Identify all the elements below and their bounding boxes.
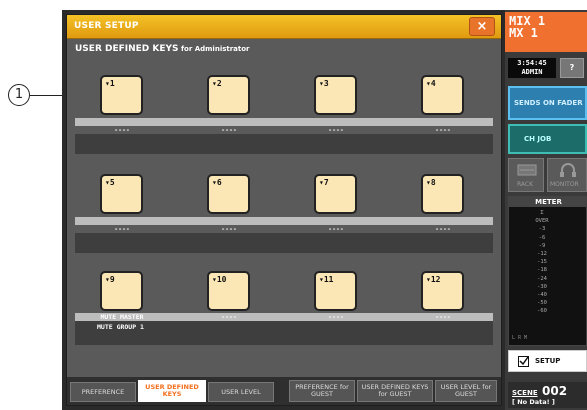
assignment-label: MUTE MASTER: [100, 313, 144, 321]
rack-icon: [517, 164, 537, 176]
tab-preference[interactable]: PREFERENCE: [70, 382, 136, 402]
user-key-6[interactable]: ▾6: [207, 174, 250, 214]
clock-and-user: 3:54:45 ADMIN: [508, 58, 556, 78]
user-key-4[interactable]: ▾4: [421, 75, 464, 115]
user-key-10[interactable]: ▾10: [207, 271, 250, 311]
setup-label: SETUP: [535, 357, 561, 365]
tab-preference-guest[interactable]: PREFERENCE for GUEST: [289, 380, 355, 402]
meter-scale-mark: -40: [537, 292, 547, 299]
assignment-label: ----: [221, 313, 237, 321]
user-setup-dialog: USER SETUP × USER DEFINED KEYS for Admin…: [66, 14, 502, 406]
assignment-label: ----: [221, 126, 237, 134]
scene-name: [ No Data! ]: [512, 398, 555, 406]
key-number: ▾7: [319, 178, 329, 187]
headphones-icon: [560, 163, 576, 177]
user-key-1[interactable]: ▾1: [100, 75, 143, 115]
callout-number: 1: [8, 84, 30, 106]
key-number: ▾1: [105, 79, 115, 88]
assignment-label: ----: [221, 225, 237, 233]
meter-scale-mark: -60: [537, 308, 547, 315]
user-key-2[interactable]: ▾2: [207, 75, 250, 115]
scene-display[interactable]: SCENE 002 [ No Data! ]: [508, 382, 587, 408]
assignment-label: ----: [435, 126, 451, 134]
tab-user-level[interactable]: USER LEVEL: [208, 382, 274, 402]
assignment-label: ----: [435, 313, 451, 321]
sends-on-fader-button[interactable]: SENDS ON FADER: [508, 86, 587, 120]
key-number: ▾5: [105, 178, 115, 187]
assignment-label: ----: [328, 313, 344, 321]
dialog-title: USER SETUP: [74, 21, 139, 31]
selected-channel-display[interactable]: MIX 1 MX 1: [505, 12, 587, 52]
assignment-panel: [75, 134, 493, 154]
meter-scale-mark: -30: [537, 283, 547, 290]
meter-scale: Σ OVER -3 -6 -9 -12 -15 -18 -24 -30 -40 …: [533, 209, 551, 316]
setup-tab-bar: PREFERENCE USER DEFINED KEYS USER LEVEL …: [67, 377, 501, 405]
key-number: ▾12: [426, 275, 441, 284]
meter-scale-mark: -50: [537, 300, 547, 307]
current-user: ADMIN: [521, 68, 543, 76]
user-key-5[interactable]: ▾5: [100, 174, 143, 214]
assignment-detail: MUTE GROUP 1: [97, 323, 144, 331]
assignment-label: ----: [114, 225, 130, 233]
tab-user-defined-keys[interactable]: USER DEFINED KEYS: [138, 380, 206, 402]
assignment-label: ----: [114, 126, 130, 134]
meter-scale-mark: -6: [538, 234, 546, 241]
assignment-label: ----: [328, 126, 344, 134]
heading-user: for Administrator: [178, 45, 250, 53]
clock: 3:54:45: [517, 59, 547, 67]
selected-channel-name: MIX 1 MX 1: [509, 14, 546, 40]
monitor-button[interactable]: MONITOR: [547, 158, 587, 192]
meter-scale-mark: -18: [537, 267, 547, 274]
assignment-panel: MUTE GROUP 1: [75, 321, 493, 345]
meter-scale-mark: -3: [538, 226, 546, 233]
assignment-strip: [75, 118, 493, 126]
heading-title: USER DEFINED KEYS: [75, 44, 179, 54]
key-number: ▾9: [105, 275, 115, 284]
page-heading: USER DEFINED KEYS for Administrator: [75, 44, 250, 54]
key-number: ▾3: [319, 79, 329, 88]
meter-title: METER: [509, 197, 587, 207]
tab-user-defined-keys-guest[interactable]: USER DEFINED KEYS for GUEST: [357, 380, 433, 402]
meter-panel[interactable]: METER Σ OVER -3 -6 -9 -12 -15 -18 -24 -3…: [508, 196, 587, 346]
dialog-title-bar: USER SETUP ×: [67, 15, 501, 39]
user-key-12[interactable]: ▾12: [421, 271, 464, 311]
key-number: ▾2: [212, 79, 222, 88]
meter-scale-mark: -15: [537, 259, 547, 266]
meter-scale-mark: Σ: [540, 210, 544, 216]
scene-number: 002: [542, 384, 568, 398]
user-key-11[interactable]: ▾11: [314, 271, 357, 311]
key-number: ▾6: [212, 178, 222, 187]
user-key-9[interactable]: ▾9: [100, 271, 143, 311]
rack-button[interactable]: RACK: [508, 158, 544, 192]
key-number: ▾4: [426, 79, 436, 88]
key-number: ▾8: [426, 178, 436, 187]
key-number: ▾11: [319, 275, 334, 284]
user-key-8[interactable]: ▾8: [421, 174, 464, 214]
meter-scale-mark: -12: [537, 251, 547, 258]
monitor-label: MONITOR: [550, 181, 579, 188]
function-access-area: MIX 1 MX 1 3:54:45 ADMIN ? SENDS ON FADE…: [505, 10, 587, 410]
meter-channel-labels: L R M: [512, 335, 528, 341]
user-key-7[interactable]: ▾7: [314, 174, 357, 214]
user-key-3[interactable]: ▾3: [314, 75, 357, 115]
close-button[interactable]: ×: [469, 17, 495, 36]
rack-label: RACK: [517, 181, 534, 188]
ch-job-button[interactable]: CH JOB: [508, 124, 587, 154]
assignment-label: ----: [435, 225, 451, 233]
scene-label: SCENE: [512, 389, 538, 397]
assignment-label: ----: [328, 225, 344, 233]
setup-button[interactable]: SETUP: [508, 350, 587, 372]
help-button[interactable]: ?: [560, 58, 584, 78]
meter-scale-mark: -24: [537, 275, 547, 282]
assignment-panel: [75, 233, 493, 253]
tab-user-level-guest[interactable]: USER LEVEL for GUEST: [435, 380, 497, 402]
assignment-strip: [75, 217, 493, 225]
setup-check-icon: [518, 356, 529, 367]
key-number: ▾10: [212, 275, 227, 284]
meter-scale-mark: -9: [538, 242, 546, 249]
meter-scale-mark: OVER: [535, 218, 549, 225]
